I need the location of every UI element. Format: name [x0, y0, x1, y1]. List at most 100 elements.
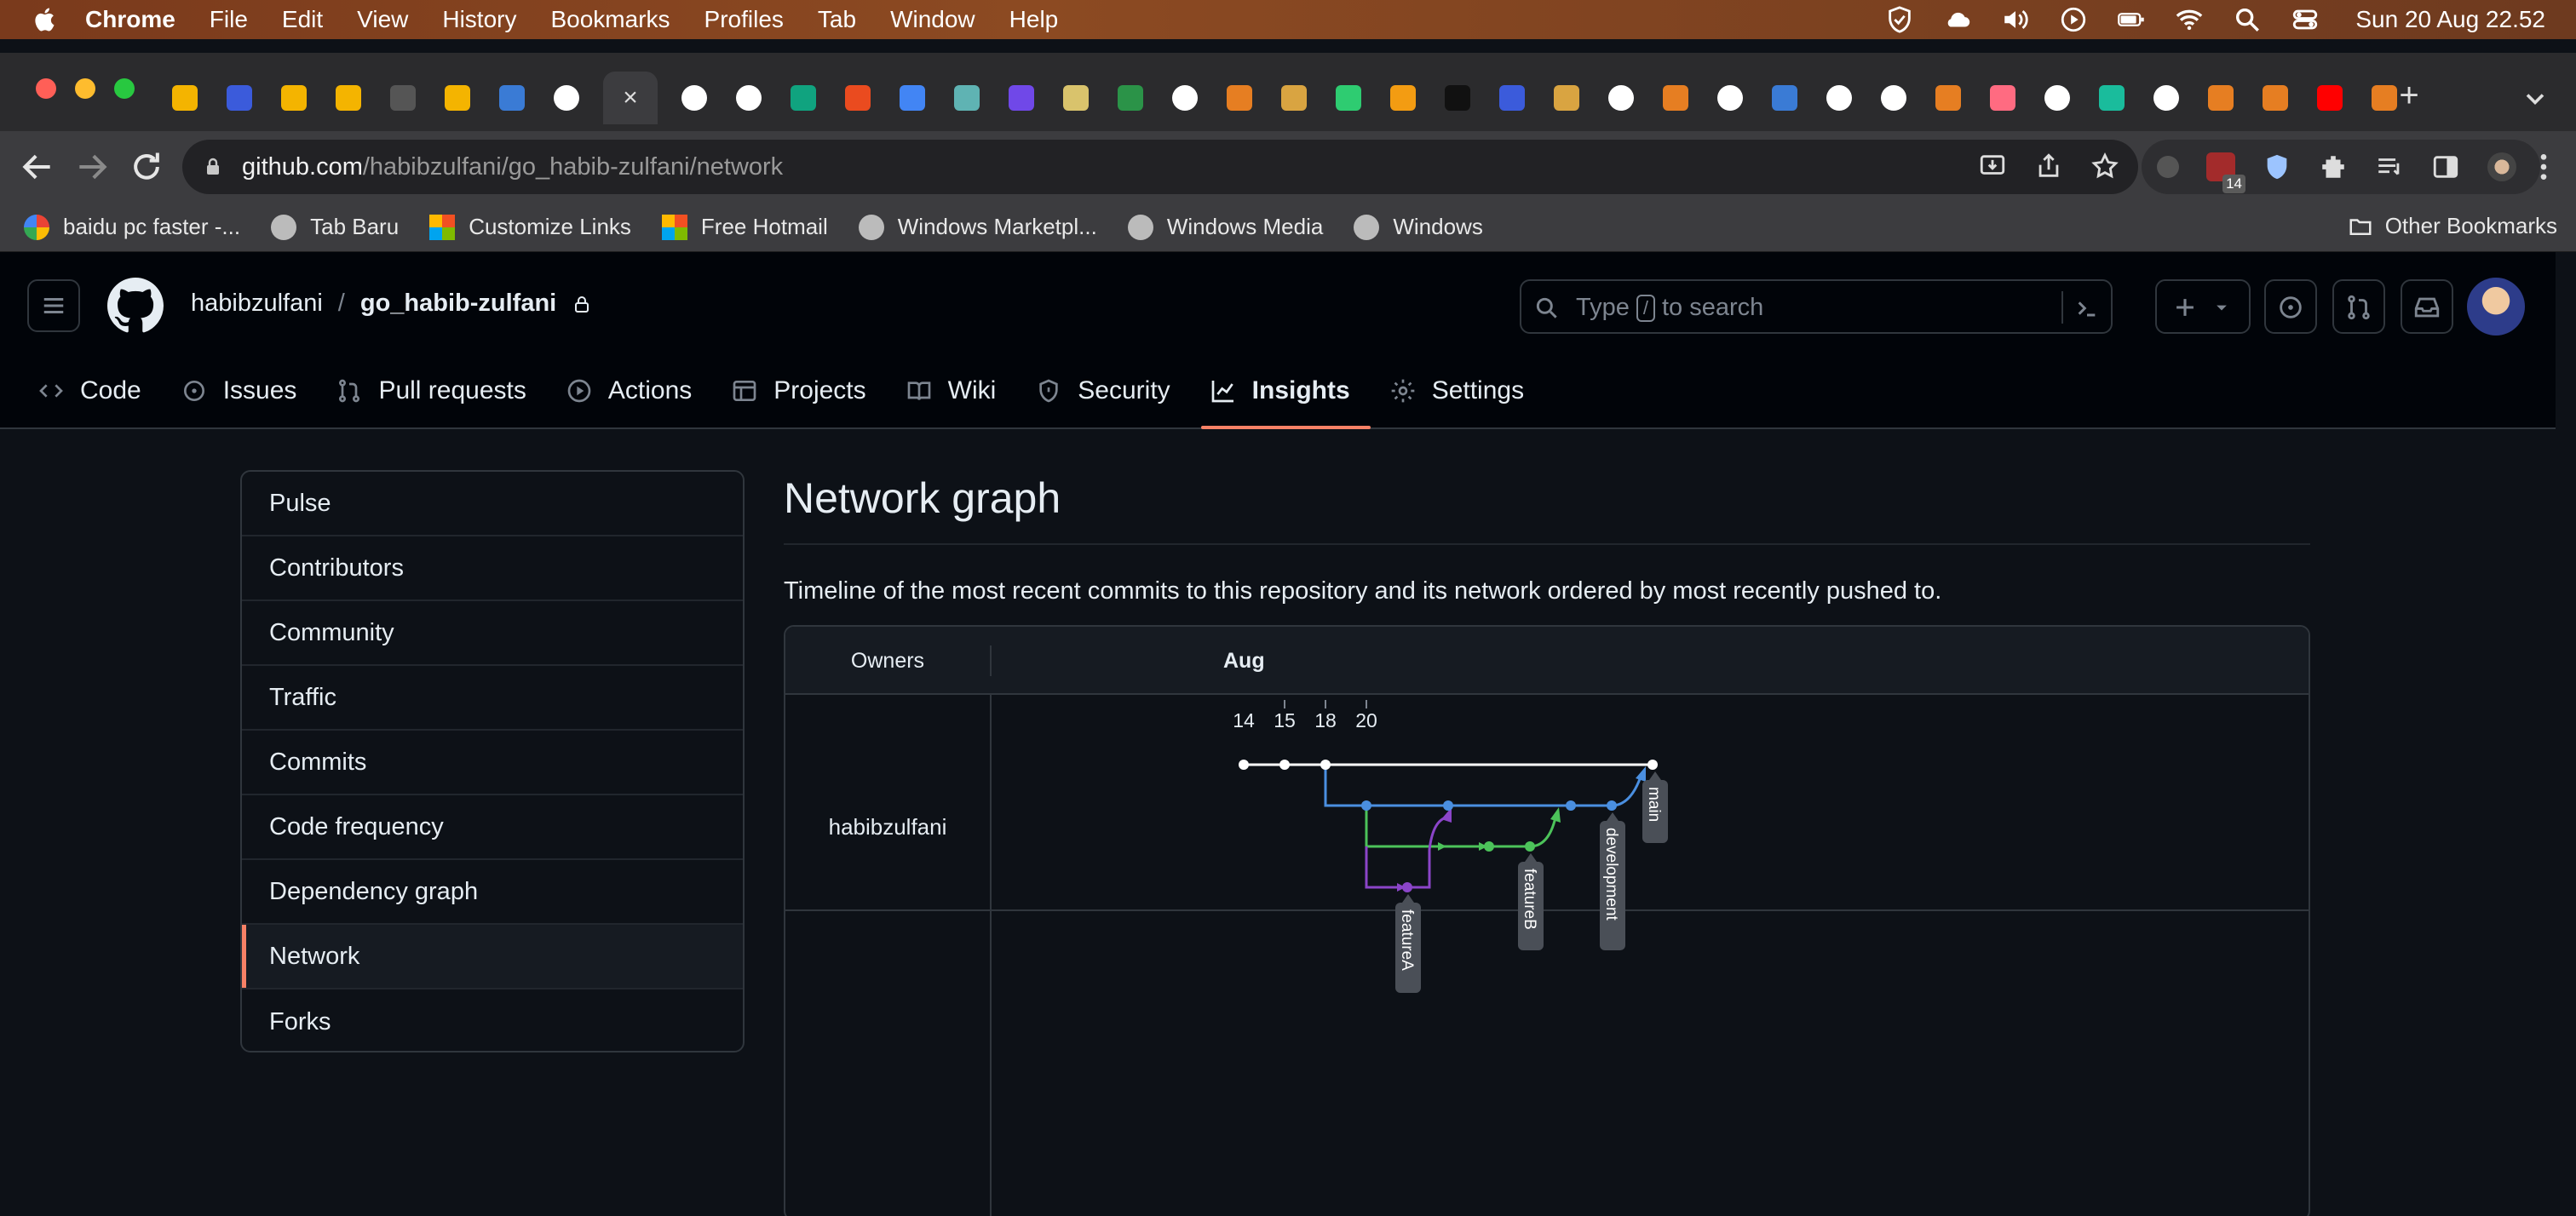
browser-tab[interactable]	[1603, 80, 1639, 116]
zoom-window-button[interactable]	[114, 78, 135, 99]
menu-app-name[interactable]: Chrome	[85, 6, 175, 33]
issues-button[interactable]	[2264, 279, 2317, 334]
browser-tab[interactable]	[2039, 80, 2075, 116]
commit-dot[interactable]	[1484, 841, 1494, 852]
menu-window[interactable]: Window	[890, 6, 975, 33]
browser-tab[interactable]	[1876, 80, 1912, 116]
menu-clock[interactable]: Sun 20 Aug 22.52	[2355, 6, 2545, 33]
sidebar-item-pulse[interactable]: Pulse	[242, 472, 743, 536]
commit-dot[interactable]	[1607, 800, 1617, 811]
tab-insights[interactable]: Insights	[1196, 353, 1376, 429]
new-tab-button[interactable]: +	[2390, 78, 2428, 116]
apple-icon[interactable]	[32, 6, 60, 33]
github-logo-icon[interactable]	[107, 278, 164, 334]
tab-actions[interactable]: Actions	[552, 353, 717, 429]
sidebar-item-traffic[interactable]: Traffic	[242, 666, 743, 731]
tab-settings[interactable]: Settings	[1376, 353, 1550, 429]
browser-tab[interactable]	[1113, 80, 1148, 116]
sidebar-item-code-frequency[interactable]: Code frequency	[242, 795, 743, 860]
browser-tab[interactable]	[1549, 80, 1584, 116]
breadcrumb-owner-link[interactable]: habibzulfani	[191, 290, 323, 318]
puzzle-extensions-icon[interactable]	[2319, 152, 2348, 181]
sidebar-item-contributors[interactable]: Contributors	[242, 536, 743, 601]
browser-tab[interactable]	[2148, 80, 2184, 116]
tab-issues[interactable]: Issues	[167, 353, 323, 429]
battery-icon[interactable]	[2117, 5, 2146, 34]
other-bookmarks[interactable]: Other Bookmarks	[2348, 213, 2557, 239]
breadcrumb-repo-link[interactable]: go_habib-zulfani	[360, 290, 556, 318]
branch-label-main[interactable]: main	[1642, 771, 1668, 843]
commit-dot[interactable]	[1239, 760, 1249, 770]
browser-tab[interactable]	[2312, 80, 2348, 116]
tab-pull-requests[interactable]: Pull requests	[322, 353, 551, 429]
browser-tab[interactable]	[1985, 80, 2021, 116]
tab-security[interactable]: Security	[1021, 353, 1195, 429]
commit-dot[interactable]	[1566, 800, 1576, 811]
browser-tab[interactable]	[1222, 80, 1257, 116]
minimize-window-button[interactable]	[75, 78, 95, 99]
browser-tab[interactable]	[385, 80, 421, 116]
bookmark-item[interactable]: Customize Links	[429, 214, 631, 240]
bookmark-item[interactable]: Windows	[1354, 214, 1483, 240]
menu-edit[interactable]: Edit	[282, 6, 323, 33]
browser-tab[interactable]	[1930, 80, 1966, 116]
create-new-button[interactable]	[2155, 279, 2251, 334]
commit-dot[interactable]	[1361, 800, 1371, 811]
bookmark-item[interactable]: Windows Media	[1127, 214, 1323, 240]
tab-wiki[interactable]: Wiki	[892, 353, 1022, 429]
menu-button[interactable]	[27, 279, 80, 332]
branch-label-development[interactable]: development	[1600, 812, 1625, 950]
browser-tab[interactable]	[840, 80, 876, 116]
vpn-shield-icon[interactable]	[1885, 5, 1914, 34]
ublock-origin-icon[interactable]: 14	[2206, 152, 2245, 193]
browser-tab[interactable]	[494, 80, 530, 116]
tab-code[interactable]: Code	[0, 353, 167, 429]
control-center-icon[interactable]	[2291, 5, 2320, 34]
tab-search-chevron-icon[interactable]	[2520, 83, 2550, 114]
browser-tab[interactable]	[221, 80, 257, 116]
menu-file[interactable]: File	[210, 6, 248, 33]
bookmark-item[interactable]: Windows Marketpl...	[858, 214, 1097, 240]
bookmark-item[interactable]: Free Hotmail	[661, 214, 828, 240]
browser-tab[interactable]	[785, 80, 821, 116]
network-graph-canvas[interactable]: 14 15 18 20 main development featureB fe…	[785, 627, 2310, 1216]
active-tab[interactable]: ×	[603, 72, 658, 124]
back-arrow-icon[interactable]	[19, 148, 56, 186]
side-panel-icon[interactable]	[2431, 152, 2460, 181]
browser-tab[interactable]	[1712, 80, 1748, 116]
url-text[interactable]: github.com/habibzulfani/go_habib-zulfani…	[242, 153, 783, 181]
reload-icon[interactable]	[128, 148, 165, 186]
browser-tab[interactable]	[894, 80, 930, 116]
bookmark-star-icon[interactable]	[2090, 152, 2119, 181]
browser-tab[interactable]	[276, 80, 312, 116]
branch-label-featureB[interactable]: featureB	[1518, 853, 1544, 950]
browser-tab[interactable]	[2257, 80, 2293, 116]
browser-tab[interactable]	[331, 80, 366, 116]
commit-dot[interactable]	[1402, 882, 1412, 892]
profile-avatar-icon[interactable]	[2487, 152, 2516, 181]
menu-tab[interactable]: Tab	[818, 6, 856, 33]
browser-tab[interactable]	[1767, 80, 1803, 116]
user-avatar[interactable]	[2467, 278, 2525, 336]
network-graph[interactable]: Owners Aug habibzulfani 14 15 18 20 main…	[784, 625, 2310, 1216]
spotlight-icon[interactable]	[2233, 5, 2262, 34]
close-window-button[interactable]	[36, 78, 56, 99]
browser-tab[interactable]	[676, 80, 712, 116]
menu-view[interactable]: View	[357, 6, 408, 33]
volume-icon[interactable]	[2001, 5, 2030, 34]
browser-tab[interactable]	[1494, 80, 1530, 116]
browser-tab[interactable]	[2203, 80, 2239, 116]
menu-help[interactable]: Help	[1009, 6, 1059, 33]
command-palette-icon[interactable]	[2073, 295, 2101, 322]
browser-tab[interactable]	[167, 80, 203, 116]
browser-tab[interactable]	[1058, 80, 1094, 116]
browser-tab[interactable]	[1276, 80, 1312, 116]
menu-profiles[interactable]: Profiles	[704, 6, 784, 33]
browser-tab[interactable]	[1167, 80, 1203, 116]
browser-tab[interactable]	[2094, 80, 2130, 116]
cloud-icon[interactable]	[1943, 5, 1972, 34]
commit-dot[interactable]	[1647, 760, 1658, 770]
address-bar[interactable]: github.com/habibzulfani/go_habib-zulfani…	[182, 140, 2138, 194]
share-icon[interactable]	[2034, 152, 2063, 181]
search-input[interactable]: Type / to search	[1520, 279, 2113, 334]
